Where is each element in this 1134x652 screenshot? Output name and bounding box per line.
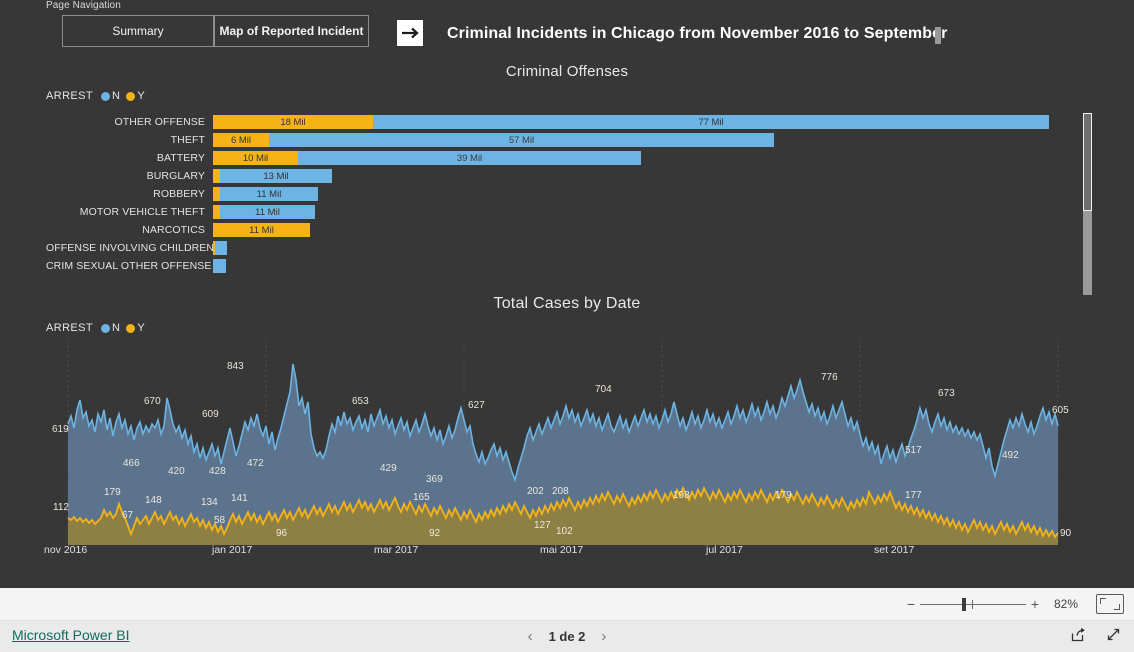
bar-segment-n[interactable]: 77 Mil	[373, 115, 1049, 129]
bar-segment-n[interactable]: 57 Mil	[269, 133, 774, 147]
legend-title: ARREST	[46, 322, 94, 334]
bar-segment-n[interactable]: 11 Mil	[220, 205, 315, 219]
footer-bar: Microsoft Power BI ‹ 1 de 2 ›	[0, 621, 1134, 652]
bar-segment-n[interactable]: 39 Mil	[298, 151, 641, 165]
x-axis-tick: jul 2017	[706, 544, 743, 556]
legend-title: ARREST	[46, 90, 94, 102]
criminal-offenses-bar-chart[interactable]: OTHER OFFENSE 18 Mil 77 Mil THEFT 6 Mil …	[46, 113, 1084, 295]
bar-track: 13 Mil	[213, 169, 1084, 183]
chevron-left-icon[interactable]: ‹	[528, 628, 533, 645]
page-navigation-label: Page Navigation	[46, 0, 121, 11]
arrow-right-icon[interactable]	[397, 20, 423, 46]
zoom-slider-thumb[interactable]	[962, 597, 966, 611]
table-row[interactable]: OTHER OFFENSE 18 Mil 77 Mil	[46, 113, 1084, 131]
bar-segment-n[interactable]: 13 Mil	[220, 169, 332, 183]
bar-track: 18 Mil 77 Mil	[213, 115, 1084, 129]
share-icon[interactable]	[1070, 626, 1087, 648]
bar-segment-n-label: 39 Mil	[456, 152, 483, 164]
bar-segment-y[interactable]	[213, 187, 220, 201]
legend-total-cases: ARREST N Y	[46, 322, 151, 334]
bar-segment-y[interactable]: 18 Mil	[213, 115, 373, 129]
legend-label-y: Y	[137, 90, 146, 102]
table-row[interactable]: MOTOR VEHICLE THEFT 11 Mil	[46, 203, 1084, 221]
page-title: Criminal Incidents in Chicago from Novem…	[447, 25, 948, 42]
table-row[interactable]: CRIM SEXUAL OTHER OFFENSE	[46, 257, 1084, 275]
legend-item-y[interactable]: Y	[126, 322, 145, 334]
zoom-percentage: 82%	[1053, 597, 1079, 611]
x-axis-tick: mar 2017	[374, 544, 419, 556]
legend-dot-y-icon	[126, 91, 136, 101]
bar-track: 11 Mil	[213, 187, 1084, 201]
bar-track: 11 Mil	[213, 205, 1084, 219]
title-caret	[935, 27, 941, 44]
legend-label-n: N	[112, 90, 121, 102]
legend-item-n[interactable]: N	[101, 90, 120, 102]
zoom-in-button[interactable]: +	[1026, 596, 1044, 612]
bar-track: 11 Mil	[213, 223, 1084, 237]
x-axis-tick: jan 2017	[212, 544, 253, 556]
bar-chart-scrollbar[interactable]	[1083, 113, 1092, 295]
legend-label-n: N	[112, 322, 121, 334]
x-axis-tick: set 2017	[874, 544, 915, 556]
legend-item-y[interactable]: Y	[126, 90, 145, 102]
legend-criminal-offenses: ARREST N Y	[46, 90, 151, 102]
bar-segment-n[interactable]	[215, 241, 227, 255]
zoom-slider-rail	[920, 603, 1026, 605]
table-row[interactable]: OFFENSE INVOLVING CHILDREN	[46, 239, 1084, 257]
table-row[interactable]: ROBBERY 11 Mil	[46, 185, 1084, 203]
nav-button-summary[interactable]: Summary	[62, 15, 214, 47]
bar-category-label: OFFENSE INVOLVING CHILDREN	[46, 242, 215, 254]
bar-track: 10 Mil 39 Mil	[213, 151, 1084, 165]
legend-label-y: Y	[137, 322, 146, 334]
table-row[interactable]: THEFT 6 Mil 57 Mil	[46, 131, 1084, 149]
bar-track	[213, 241, 1084, 255]
bar-category-label: MOTOR VEHICLE THEFT	[79, 206, 205, 218]
bar-category-label: THEFT	[170, 134, 205, 146]
legend-dot-n-icon	[101, 91, 111, 101]
bar-segment-n[interactable]	[213, 259, 226, 273]
zoom-control: − + 82%	[902, 588, 1124, 620]
bar-track: 6 Mil 57 Mil	[213, 133, 1084, 147]
bar-category-label: OTHER OFFENSE	[114, 116, 205, 128]
bar-segment-y[interactable]: 11 Mil	[213, 223, 310, 237]
zoom-slider[interactable]	[920, 596, 1026, 612]
page-navigation-buttons: Summary Map of Reported Incident	[62, 15, 369, 47]
bar-category-label: ROBBERY	[153, 188, 205, 200]
table-row[interactable]: BURGLARY 13 Mil	[46, 167, 1084, 185]
bar-category-label: NARCOTICS	[142, 224, 205, 236]
zoom-out-button[interactable]: −	[902, 596, 920, 612]
zoom-slider-tick	[972, 599, 973, 609]
legend-item-n[interactable]: N	[101, 322, 120, 334]
table-row[interactable]: BATTERY 10 Mil 39 Mil	[46, 149, 1084, 167]
criminal-offenses-title: Criminal Offenses	[505, 63, 629, 80]
bar-category-label: BURGLARY	[146, 170, 205, 182]
table-row[interactable]: NARCOTICS 11 Mil	[46, 221, 1084, 239]
x-axis-tick: mai 2017	[540, 544, 584, 556]
zoom-toolbar: − + 82%	[0, 588, 1134, 621]
chevron-right-icon[interactable]: ›	[601, 628, 606, 645]
x-axis-labels: nov 2016 jan 2017 mar 2017 mai 2017 jul …	[44, 544, 1078, 560]
total-cases-by-date-title: Total Cases by Date	[493, 295, 641, 312]
bar-segment-n[interactable]: 11 Mil	[220, 187, 318, 201]
page-indicator: 1 de 2	[548, 629, 586, 644]
bar-track	[213, 259, 1084, 273]
legend-dot-n-icon	[101, 323, 111, 333]
fit-to-page-icon[interactable]	[1096, 594, 1124, 614]
scrollbar-thumb[interactable]	[1083, 113, 1092, 211]
report-canvas: Page Navigation Summary Map of Reported …	[0, 0, 1134, 588]
fullscreen-icon[interactable]	[1105, 626, 1122, 648]
legend-dot-y-icon	[126, 323, 136, 333]
bar-segment-y[interactable]: 10 Mil	[213, 151, 298, 165]
total-cases-area-chart[interactable]: 619 670 843 609 466 420 428 472 653 429 …	[44, 340, 1078, 545]
bar-segment-y[interactable]: 6 Mil	[213, 133, 269, 147]
bar-segment-y[interactable]	[213, 169, 220, 183]
bar-category-label: BATTERY	[156, 152, 205, 164]
x-axis-tick: nov 2016	[44, 544, 88, 556]
bar-category-label: CRIM SEXUAL OTHER OFFENSE	[46, 260, 212, 272]
nav-button-map-of-reported-incident[interactable]: Map of Reported Incident	[214, 15, 369, 47]
bar-segment-y[interactable]	[213, 205, 220, 219]
page-pager: ‹ 1 de 2 ›	[0, 621, 1134, 652]
footer-action-icons	[1070, 621, 1122, 652]
bar-segment-n-label: 57 Mil	[508, 134, 535, 146]
